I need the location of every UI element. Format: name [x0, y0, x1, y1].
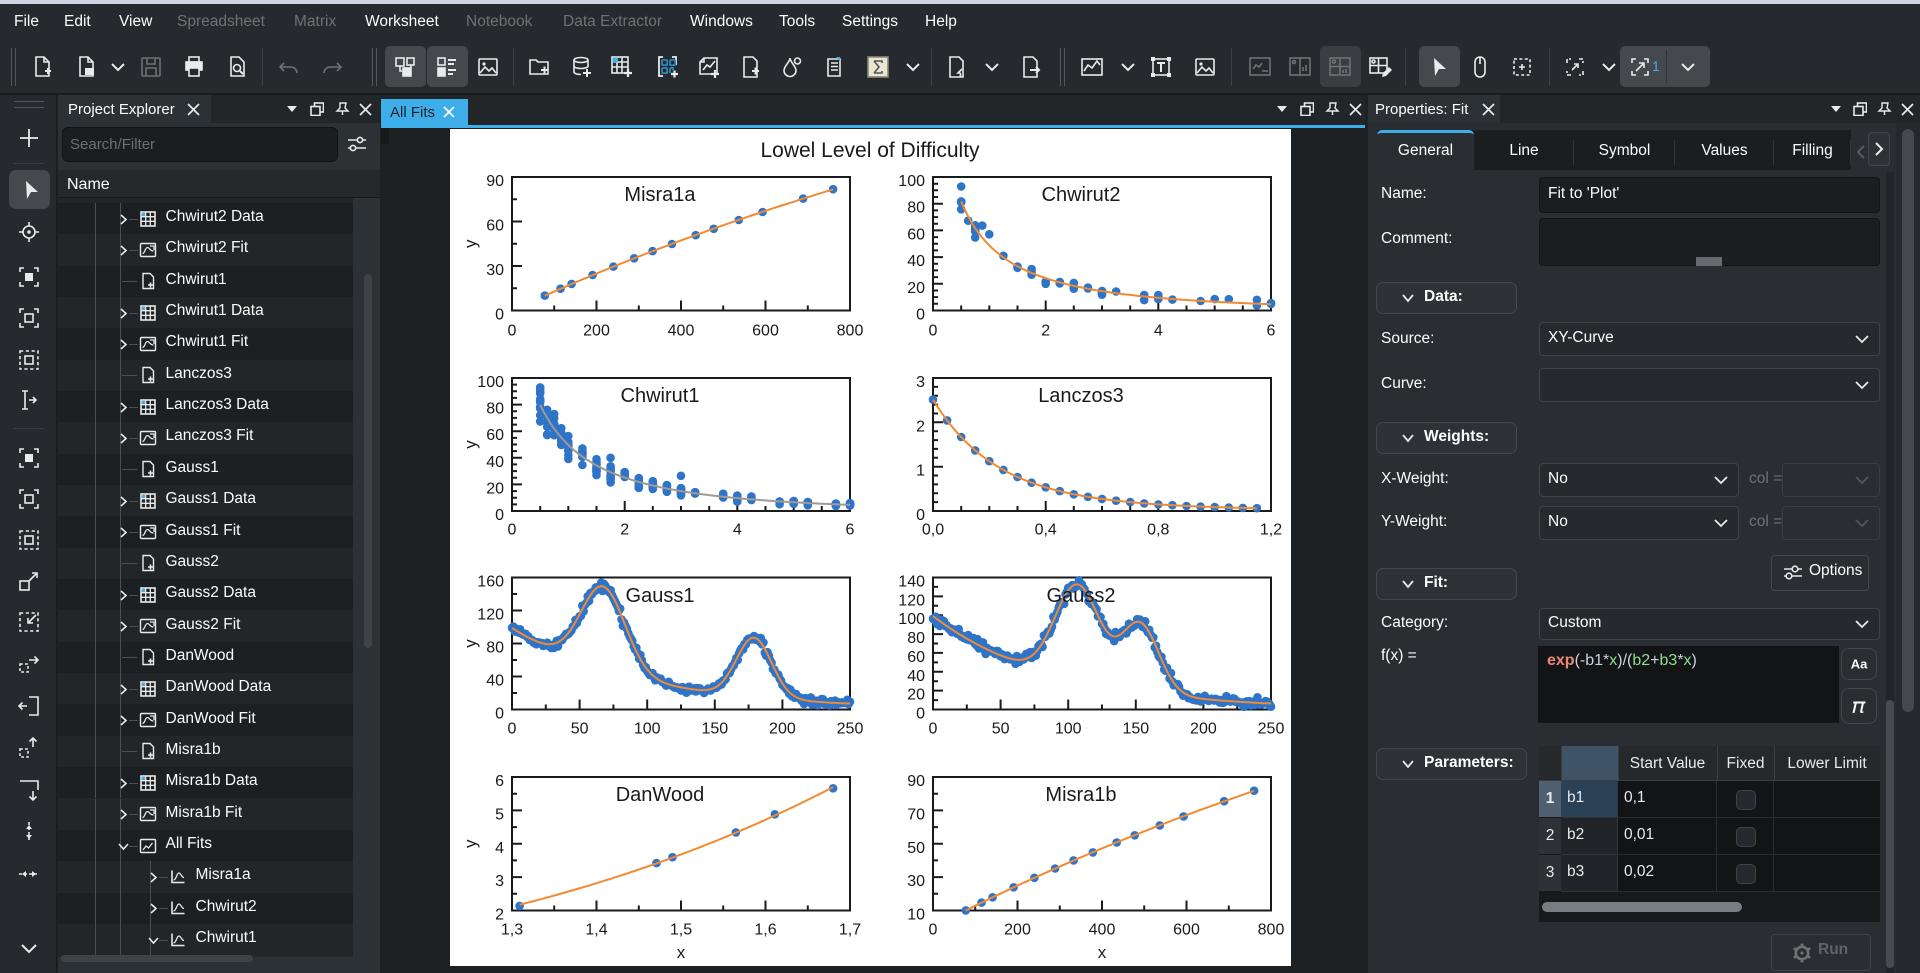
svg-text:Chwirut1: Chwirut1: [621, 385, 700, 407]
svg-text:800: 800: [1258, 922, 1285, 939]
svg-text:60: 60: [907, 649, 925, 666]
svg-text:2: 2: [1041, 323, 1050, 340]
svg-text:20: 20: [907, 687, 925, 704]
svg-text:40: 40: [907, 253, 925, 270]
svg-text:90: 90: [907, 773, 925, 790]
svg-text:1,4: 1,4: [585, 922, 607, 939]
svg-text:0: 0: [929, 323, 938, 340]
svg-text:DanWood: DanWood: [616, 784, 705, 806]
svg-text:0: 0: [495, 706, 504, 723]
svg-text:40: 40: [486, 673, 504, 690]
svg-text:70: 70: [907, 806, 925, 823]
svg-text:10: 10: [907, 907, 925, 924]
svg-text:2: 2: [620, 522, 629, 539]
svg-text:4: 4: [1154, 323, 1163, 340]
svg-text:100: 100: [898, 611, 925, 628]
svg-text:0: 0: [508, 721, 517, 738]
svg-text:Misra1a: Misra1a: [624, 184, 696, 206]
svg-text:0,4: 0,4: [1035, 522, 1057, 539]
svg-text:50: 50: [907, 840, 925, 857]
svg-text:0,8: 0,8: [1147, 522, 1169, 539]
svg-text:Gauss2: Gauss2: [1047, 585, 1116, 607]
svg-text:20: 20: [486, 480, 504, 497]
svg-text:800: 800: [837, 323, 864, 340]
svg-text:160: 160: [477, 574, 504, 591]
svg-text:0: 0: [916, 706, 925, 723]
svg-text:Lanczos3: Lanczos3: [1038, 385, 1124, 407]
svg-text:2: 2: [495, 907, 504, 924]
svg-text:50: 50: [992, 721, 1010, 738]
svg-text:0: 0: [508, 323, 517, 340]
svg-text:100: 100: [477, 374, 504, 391]
svg-text:250: 250: [1258, 721, 1285, 738]
svg-text:0: 0: [508, 522, 517, 539]
svg-text:6: 6: [1267, 323, 1276, 340]
svg-text:50: 50: [571, 721, 589, 738]
svg-text:6: 6: [495, 773, 504, 790]
svg-text:120: 120: [477, 607, 504, 624]
svg-text:4: 4: [733, 522, 742, 539]
svg-text:200: 200: [769, 721, 796, 738]
svg-text:2: 2: [916, 418, 925, 435]
svg-text:x: x: [677, 943, 686, 962]
svg-text:140: 140: [898, 574, 925, 591]
svg-text:250: 250: [837, 721, 864, 738]
svg-text:60: 60: [907, 226, 925, 243]
svg-text:Misra1b: Misra1b: [1045, 784, 1116, 806]
svg-text:100: 100: [634, 721, 661, 738]
svg-text:0,0: 0,0: [922, 522, 944, 539]
svg-text:5: 5: [495, 806, 504, 823]
svg-text:200: 200: [1004, 922, 1031, 939]
svg-text:y: y: [461, 239, 480, 248]
svg-text:0: 0: [916, 507, 925, 524]
svg-text:600: 600: [1173, 922, 1200, 939]
svg-text:150: 150: [701, 721, 728, 738]
svg-text:Chwirut2: Chwirut2: [1042, 184, 1121, 206]
svg-text:y: y: [461, 639, 480, 648]
svg-text:4: 4: [495, 840, 504, 857]
svg-text:3: 3: [495, 873, 504, 890]
svg-text:1,5: 1,5: [670, 922, 692, 939]
svg-text:80: 80: [486, 401, 504, 418]
svg-text:100: 100: [898, 173, 925, 190]
svg-text:200: 200: [583, 323, 610, 340]
svg-text:0: 0: [929, 721, 938, 738]
svg-text:40: 40: [907, 668, 925, 685]
svg-text:y: y: [461, 440, 480, 449]
svg-text:80: 80: [907, 630, 925, 647]
svg-text:40: 40: [486, 454, 504, 471]
svg-text:y: y: [461, 839, 480, 848]
svg-text:150: 150: [1122, 721, 1149, 738]
svg-text:120: 120: [898, 592, 925, 609]
svg-text:0: 0: [495, 307, 504, 324]
svg-text:1: 1: [916, 463, 925, 480]
svg-text:1,6: 1,6: [754, 922, 776, 939]
svg-text:90: 90: [486, 173, 504, 190]
svg-text:60: 60: [486, 218, 504, 235]
svg-text:1,2: 1,2: [1260, 522, 1282, 539]
svg-text:1,3: 1,3: [501, 922, 523, 939]
svg-text:200: 200: [1190, 721, 1217, 738]
svg-text:30: 30: [486, 262, 504, 279]
svg-text:600: 600: [752, 323, 779, 340]
svg-text:x: x: [1098, 943, 1107, 962]
svg-text:0: 0: [916, 307, 925, 324]
svg-text:1,7: 1,7: [839, 922, 861, 939]
svg-text:30: 30: [907, 873, 925, 890]
svg-text:6: 6: [846, 522, 855, 539]
svg-text:Lowel Level of Difficulty: Lowel Level of Difficulty: [760, 139, 980, 162]
svg-text:400: 400: [668, 323, 695, 340]
svg-text:400: 400: [1089, 922, 1116, 939]
svg-text:80: 80: [486, 640, 504, 657]
svg-text:100: 100: [1055, 721, 1082, 738]
svg-text:Gauss1: Gauss1: [626, 585, 695, 607]
svg-text:3: 3: [916, 374, 925, 391]
svg-text:80: 80: [907, 200, 925, 217]
svg-text:0: 0: [929, 922, 938, 939]
svg-text:0: 0: [495, 507, 504, 524]
svg-text:60: 60: [486, 427, 504, 444]
svg-text:20: 20: [907, 280, 925, 297]
